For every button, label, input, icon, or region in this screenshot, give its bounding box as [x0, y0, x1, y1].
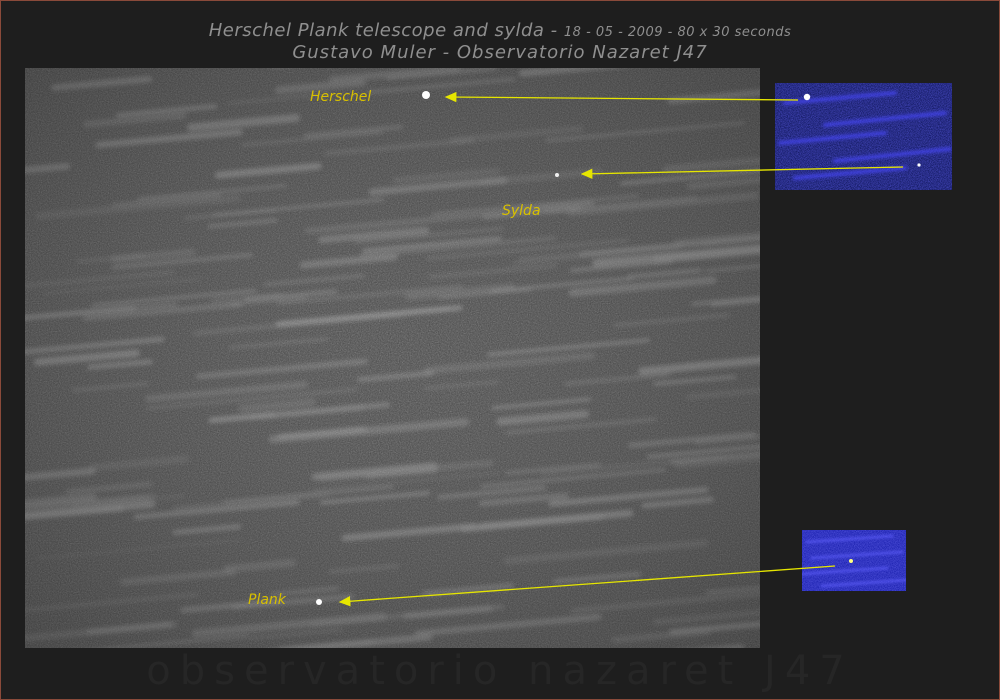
- image-subtitle: Gustavo Muler - Observatorio Nazaret J47: [292, 42, 708, 63]
- inset-plank: [802, 530, 906, 591]
- image-title: Herschel Plank telescope and sylda - 18 …: [0, 20, 1000, 41]
- label-plank: Plank: [248, 592, 286, 608]
- sylda-dot: [555, 173, 559, 177]
- plank-dot: [316, 599, 322, 605]
- title-details: 18 - 05 - 2009 - 80 x 30 seconds: [563, 25, 792, 40]
- label-herschel: Herschel: [310, 89, 372, 105]
- label-sylda: Sylda: [502, 203, 541, 219]
- inset-sylda-dot: [917, 163, 921, 167]
- herschel-dot: [422, 91, 430, 99]
- inset-plank-dot: [849, 559, 853, 563]
- telescope-photo: [25, 68, 760, 648]
- inset-herschel-dot: [803, 93, 811, 101]
- watermark: observatorio nazaret J47: [146, 648, 854, 694]
- title-dash: -: [544, 20, 564, 41]
- inset-herschel-sylda: [775, 83, 952, 190]
- title-main: Herschel Plank telescope and sylda: [208, 20, 545, 41]
